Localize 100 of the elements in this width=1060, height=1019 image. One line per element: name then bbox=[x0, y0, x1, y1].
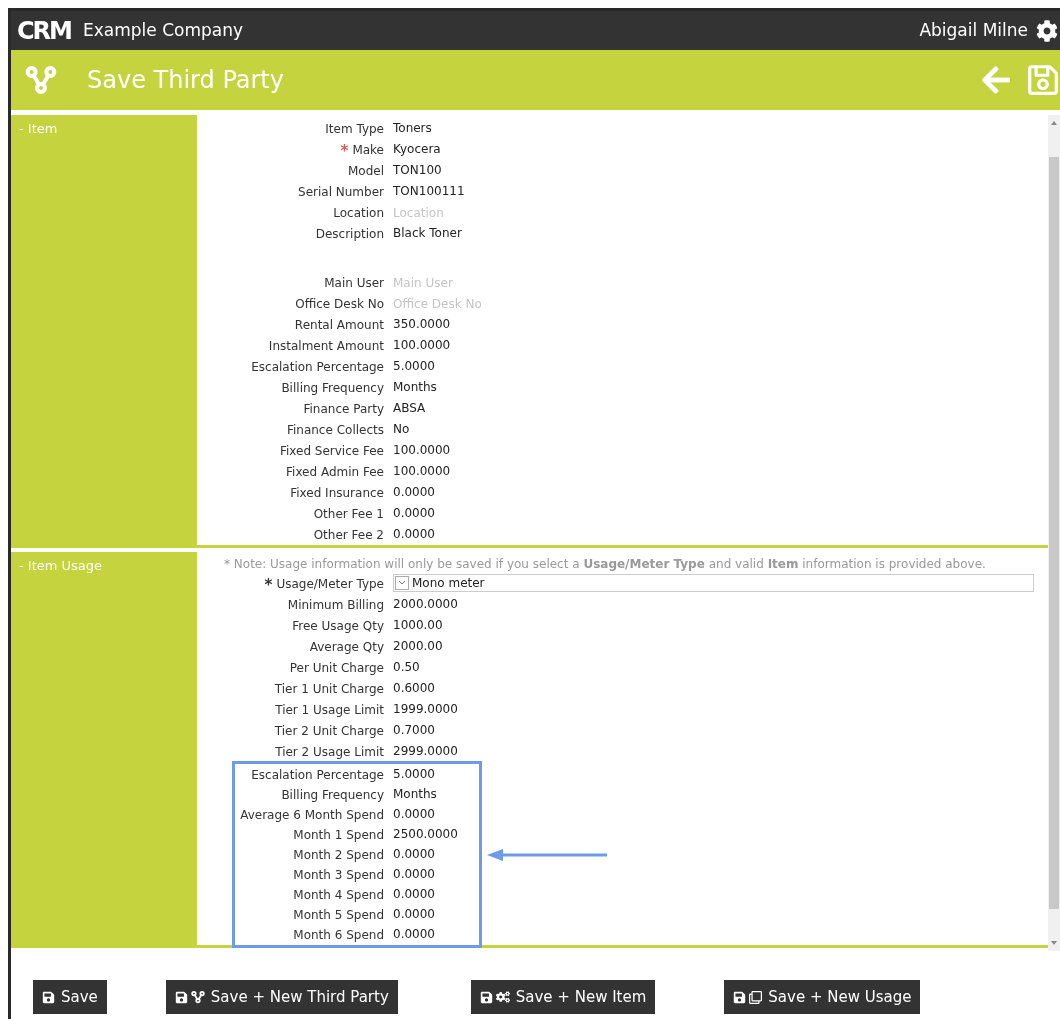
field-input[interactable]: Office Desk No bbox=[393, 293, 553, 314]
field-value[interactable]: 1999.0000 bbox=[393, 699, 458, 720]
field-value[interactable]: Black Toner bbox=[393, 223, 462, 244]
field-value[interactable]: 1000.00 bbox=[393, 615, 443, 636]
save-button[interactable]: Save + New Third Party bbox=[165, 980, 398, 1014]
field-label: Billing Frequency bbox=[281, 379, 384, 397]
field-label: Serial Number bbox=[298, 183, 384, 201]
page-title: Save Third Party bbox=[87, 65, 284, 96]
field-value[interactable]: 5.0000 bbox=[393, 764, 435, 785]
field-label: Billing Frequency bbox=[281, 786, 384, 804]
field-label: Month 1 Spend bbox=[293, 826, 384, 844]
share-icon bbox=[25, 64, 57, 96]
save-icon bbox=[174, 990, 188, 1004]
field-value[interactable]: 0.50 bbox=[393, 657, 420, 678]
save-button[interactable]: Save + New Usage bbox=[724, 980, 921, 1014]
field-label: Month 6 Spend bbox=[293, 926, 384, 944]
field-label: Fixed Service Fee bbox=[279, 442, 384, 460]
scroll-up-icon[interactable] bbox=[1050, 119, 1058, 127]
field-value[interactable]: 0.0000 bbox=[393, 864, 435, 885]
scrollbar[interactable] bbox=[1048, 115, 1060, 951]
field-label: Tier 2 Unit Charge bbox=[274, 722, 384, 740]
field-label: Minimum Billing bbox=[287, 596, 384, 614]
field-label: Month 2 Spend bbox=[293, 846, 384, 864]
field-label: Office Desk No bbox=[295, 295, 384, 313]
field-value[interactable]: Months bbox=[393, 377, 437, 398]
gears-icon bbox=[495, 990, 510, 1004]
field-value[interactable]: 2999.0000 bbox=[393, 741, 458, 762]
field-label: Fixed Admin Fee bbox=[286, 463, 384, 481]
field-label: Make bbox=[352, 141, 384, 159]
field-value[interactable]: 5.0000 bbox=[393, 356, 435, 377]
field-label: Month 5 Spend bbox=[293, 906, 384, 924]
field-label: Free Usage Qty bbox=[292, 617, 384, 635]
field-value[interactable]: 100.0000 bbox=[393, 440, 451, 461]
field-value[interactable]: 0.0000 bbox=[393, 924, 435, 945]
field-label: Other Fee 2 bbox=[313, 526, 384, 544]
field-value[interactable]: 0.6000 bbox=[393, 678, 435, 699]
field-value[interactable]: Kyocera bbox=[393, 139, 441, 160]
share-icon bbox=[190, 990, 205, 1004]
settings-icon[interactable] bbox=[1036, 19, 1058, 42]
field-label: Month 3 Spend bbox=[293, 866, 384, 884]
save-button[interactable]: Save bbox=[33, 980, 107, 1014]
company-name: Example Company bbox=[83, 18, 243, 42]
user-name[interactable]: Abigail Milne bbox=[919, 17, 1028, 44]
field-value[interactable]: Months bbox=[393, 784, 437, 805]
back-icon[interactable] bbox=[980, 64, 1012, 96]
field-label: Location bbox=[333, 204, 384, 222]
scroll-down-icon[interactable] bbox=[1050, 939, 1058, 947]
field-input[interactable]: Location bbox=[393, 202, 553, 223]
field-label: Rental Amount bbox=[294, 316, 384, 334]
field-value[interactable]: 100.0000 bbox=[393, 335, 451, 356]
field-value[interactable]: TON100 bbox=[393, 160, 442, 181]
required-mark: * bbox=[264, 578, 273, 593]
field-label: Finance Collects bbox=[286, 421, 384, 439]
field-label: Per Unit Charge bbox=[289, 659, 384, 677]
field-label: Main User bbox=[324, 274, 384, 292]
meter-type-select[interactable]: Mono meter bbox=[393, 574, 1034, 592]
field-label: Item Type bbox=[325, 120, 384, 138]
field-value[interactable]: TON100111 bbox=[393, 181, 465, 202]
field-value[interactable]: 2500.0000 bbox=[393, 824, 458, 845]
field-value[interactable]: 0.0000 bbox=[393, 482, 435, 503]
field-label: Month 4 Spend bbox=[293, 886, 384, 904]
field-label: Instalment Amount bbox=[268, 337, 384, 355]
field-label: Usage/Meter Type bbox=[276, 575, 384, 593]
field-label: Escalation Percentage bbox=[251, 766, 384, 784]
save-icon bbox=[42, 990, 55, 1004]
field-input[interactable]: Main User bbox=[393, 272, 553, 293]
field-value[interactable]: No bbox=[393, 419, 410, 440]
field-label: Fixed Insurance bbox=[290, 484, 384, 502]
field-label: Description bbox=[315, 225, 384, 243]
field-label: Tier 2 Usage Limit bbox=[275, 743, 384, 761]
logo: CRM bbox=[17, 18, 71, 43]
required-mark: * bbox=[340, 144, 349, 159]
usage-note: * Note: Usage information will only be saved if you select a Usage/Meter Type and valid Item information is provided above. bbox=[224, 556, 987, 573]
field-label: Average Qty bbox=[309, 638, 384, 656]
field-value[interactable]: 0.7000 bbox=[393, 720, 435, 741]
field-value[interactable]: 0.0000 bbox=[393, 904, 435, 925]
copy-icon bbox=[749, 990, 763, 1004]
save-icon bbox=[733, 990, 747, 1004]
field-label: Tier 1 Usage Limit bbox=[275, 701, 384, 719]
field-label: Finance Party bbox=[303, 400, 384, 418]
field-value[interactable]: 100.0000 bbox=[393, 461, 451, 482]
field-value[interactable]: 0.0000 bbox=[393, 503, 435, 524]
field-label: Tier 1 Unit Charge bbox=[274, 680, 384, 698]
field-value[interactable]: 0.0000 bbox=[393, 804, 435, 825]
field-label: Model bbox=[347, 162, 384, 180]
field-value[interactable]: 0.0000 bbox=[393, 884, 435, 905]
field-value[interactable]: 0.0000 bbox=[393, 844, 435, 865]
field-value[interactable]: 2000.00 bbox=[393, 636, 443, 657]
field-value[interactable]: 0.0000 bbox=[393, 524, 435, 545]
field-value[interactable]: ABSA bbox=[393, 398, 426, 419]
field-value[interactable]: 350.0000 bbox=[393, 314, 451, 335]
save-button[interactable]: Save + New Item bbox=[470, 980, 656, 1014]
field-label: Average 6 Month Spend bbox=[240, 806, 384, 824]
save-icon[interactable] bbox=[1026, 63, 1060, 97]
field-value[interactable]: 2000.0000 bbox=[393, 594, 458, 615]
field-value[interactable]: Toners bbox=[393, 118, 432, 139]
field-label: Other Fee 1 bbox=[313, 505, 384, 523]
dropdown-icon bbox=[395, 576, 409, 590]
field-label: Escalation Percentage bbox=[251, 358, 384, 376]
save-icon bbox=[479, 990, 493, 1004]
